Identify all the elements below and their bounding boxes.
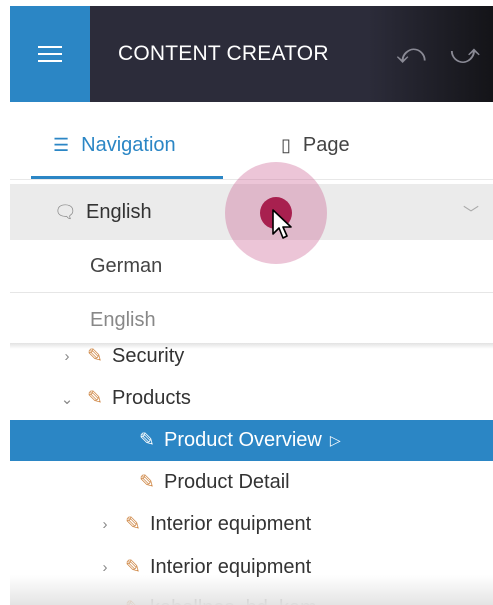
- tree-item-label: Products: [112, 387, 191, 409]
- pencil-icon: ✎: [87, 346, 103, 367]
- undo-icon[interactable]: ⤺: [386, 6, 426, 102]
- tree-item-label: Product Detail: [164, 471, 290, 493]
- pencil-icon: ✎: [87, 388, 103, 409]
- app-header: CONTENT CREATOR ⤺ ⤻: [10, 6, 493, 102]
- language-select-value: English: [86, 200, 152, 223]
- tree-item-security[interactable]: › ✎ Security: [10, 338, 493, 375]
- chevron-right-icon[interactable]: ›: [94, 516, 116, 533]
- redo-icon[interactable]: ⤻: [426, 6, 480, 102]
- pencil-icon: ✎: [139, 430, 155, 451]
- tree-item-product-detail[interactable]: ✎ Product Detail: [10, 464, 493, 501]
- chevron-down-icon: ﹀: [462, 206, 479, 223]
- tree-item-label: Interior equipment: [150, 513, 312, 535]
- chevron-down-icon[interactable]: ⌄: [56, 390, 78, 408]
- chevron-right-icon[interactable]: ›: [56, 348, 78, 365]
- hamburger-icon: [38, 41, 62, 67]
- tree-item-label: Security: [112, 345, 185, 367]
- tab-navigation-label: Navigation: [81, 134, 176, 156]
- page-icon: ▯: [281, 135, 291, 155]
- pencil-icon: ✎: [139, 472, 155, 493]
- tree-item-interior-equipment[interactable]: › ✎ Interior equipment: [10, 506, 493, 543]
- list-icon: ☰: [53, 135, 70, 155]
- mouse-cursor-icon: [272, 209, 292, 239]
- tree-item-products[interactable]: ⌄ ✎ Products: [10, 380, 493, 417]
- tab-page-label: Page: [302, 134, 350, 156]
- app-title: CONTENT CREATOR: [118, 42, 329, 65]
- speech-bubble-icon: 🗨: [54, 201, 77, 222]
- tab-navigation[interactable]: ☰ Navigation: [31, 112, 223, 179]
- triangle-right-icon: ▷: [329, 432, 341, 448]
- pencil-icon: ✎: [125, 514, 141, 535]
- chevron-right-icon[interactable]: ›: [94, 559, 116, 576]
- tree-item-product-overview[interactable]: ✎ Product Overview ▷: [10, 420, 493, 461]
- tree-item-label: Product Overview: [164, 429, 322, 451]
- menu-button[interactable]: [10, 6, 90, 102]
- bottom-fade: [10, 575, 493, 605]
